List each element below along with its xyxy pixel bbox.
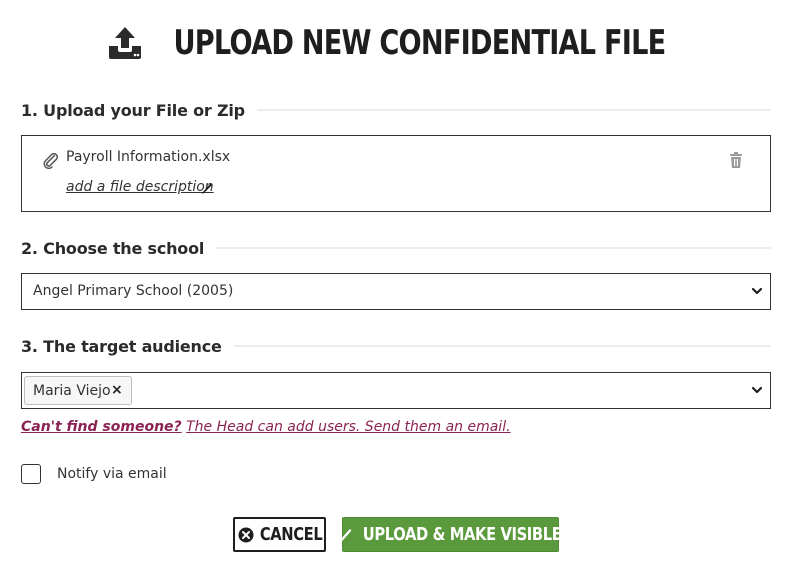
trash-icon[interactable] <box>728 151 744 169</box>
help-text: Can't find someone? The Head can add use… <box>21 419 511 435</box>
upload-and-make-visible-button[interactable]: UPLOAD & MAKE VISIBLE <box>336 517 562 552</box>
chevron-down-icon <box>751 287 763 295</box>
section-audience-label: 3. The target audience <box>21 336 222 356</box>
notify-email-checkbox[interactable] <box>21 464 41 484</box>
section-upload-header: 1. Upload your File or Zip <box>21 99 771 121</box>
school-select[interactable]: Angel Primary School (2005) <box>21 273 771 310</box>
upload-button-label: UPLOAD & MAKE VISIBLE <box>362 524 562 545</box>
section-divider <box>216 247 771 249</box>
paperclip-icon <box>43 152 58 169</box>
file-name: Payroll Information.xlsx <box>66 149 231 165</box>
remove-tag-button[interactable]: × <box>111 382 123 398</box>
upload-icon <box>109 27 142 59</box>
page-title-text: UPLOAD NEW CONFIDENTIAL FILE <box>173 23 667 63</box>
notify-email-label[interactable]: Notify via email <box>57 466 167 482</box>
pencil-icon[interactable] <box>200 181 214 195</box>
chevron-down-icon <box>751 386 763 394</box>
school-select-value: Angel Primary School (2005) <box>33 283 234 299</box>
send-email-link[interactable]: The Head can add users. Send them an ema… <box>186 419 510 435</box>
section-school-label: 2. Choose the school <box>21 238 205 258</box>
section-upload-label: 1. Upload your File or Zip <box>21 100 245 120</box>
checkmark-icon <box>336 528 352 541</box>
close-circle-icon <box>238 527 254 542</box>
audience-tag: Maria Viejo × <box>24 376 132 405</box>
cancel-button[interactable]: CANCEL <box>233 517 326 552</box>
section-divider <box>256 109 771 111</box>
audience-tag-label: Maria Viejo <box>33 383 111 399</box>
section-divider <box>233 345 771 347</box>
audience-select[interactable]: Maria Viejo × <box>21 372 771 409</box>
cant-find-someone-link[interactable]: Can't find someone? <box>21 419 182 435</box>
file-upload-box: Payroll Information.xlsx add a file desc… <box>21 135 771 212</box>
section-school-header: 2. Choose the school <box>21 237 771 259</box>
page-title: UPLOAD NEW CONFIDENTIAL FILE <box>0 20 793 66</box>
cancel-button-label: CANCEL <box>259 524 323 545</box>
section-audience-header: 3. The target audience <box>21 335 771 357</box>
add-file-description-link[interactable]: add a file description <box>66 179 214 195</box>
